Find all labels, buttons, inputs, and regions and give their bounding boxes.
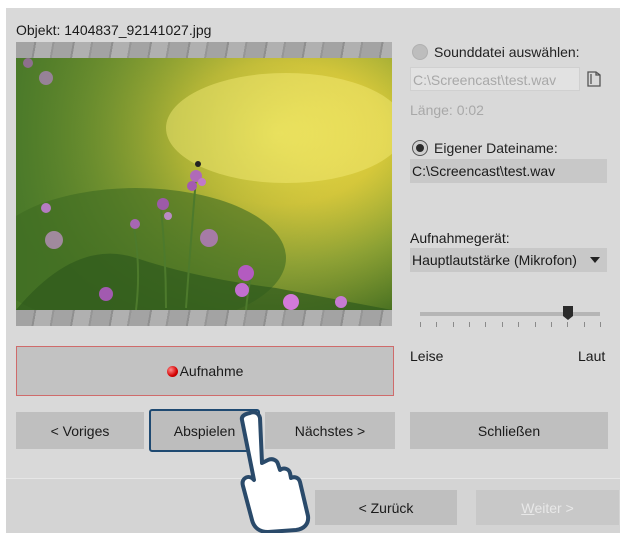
flower-photo (16, 58, 392, 310)
own-filename-field[interactable]: C:\Screencast\test.wav (410, 159, 607, 183)
volume-tick (534, 322, 536, 327)
volume-tick (420, 322, 421, 327)
browse-folder-button[interactable] (581, 68, 607, 90)
sound-file-radio-label: Sounddatei auswählen: (434, 44, 580, 60)
object-title: Objekt: 1404837_92141027.jpg (16, 22, 212, 38)
volume-ticks (420, 322, 601, 328)
chevron-down-icon[interactable] (588, 248, 602, 272)
volume-slider-thumb[interactable] (562, 305, 574, 321)
hand-pointer-icon (239, 410, 311, 533)
volume-tick (600, 322, 601, 327)
device-select-value: Hauptlautstärke (Mikrofon) (412, 252, 577, 268)
volume-tick (501, 322, 503, 327)
close-button[interactable]: Schließen (410, 412, 608, 449)
sound-file-radio[interactable] (412, 44, 428, 60)
volume-tick (452, 322, 454, 327)
back-button[interactable]: < Zurück (315, 490, 457, 525)
forward-button[interactable]: Weiter > (476, 490, 619, 525)
folder-icon (587, 71, 601, 87)
previous-button[interactable]: < Voriges (16, 412, 144, 449)
sound-length: Länge: 0:02 (410, 102, 484, 118)
own-filename-option[interactable]: Eigener Dateiname: (412, 140, 558, 156)
image-preview (16, 42, 392, 326)
device-label: Aufnahmegerät: (410, 230, 510, 246)
device-select[interactable]: Hauptlautstärke (Mikrofon) (410, 248, 607, 272)
volume-tick (567, 322, 569, 327)
volume-tick (518, 322, 520, 327)
volume-tick (550, 322, 552, 327)
sound-file-option[interactable]: Sounddatei auswählen: (412, 44, 580, 60)
volume-tick (469, 322, 471, 327)
record-button-label: Aufnahme (179, 363, 244, 379)
own-filename-radio[interactable] (412, 140, 428, 156)
record-button[interactable]: Aufnahme (16, 346, 394, 396)
own-filename-radio-label: Eigener Dateiname: (434, 140, 558, 156)
volume-tick (583, 322, 585, 327)
filmstrip-top (16, 42, 392, 58)
forward-button-label: eiter > (534, 499, 574, 516)
volume-min-label: Leise (410, 348, 444, 364)
sound-file-path-field[interactable]: C:\Screencast\test.wav (410, 67, 580, 91)
volume-tick (485, 322, 487, 327)
forward-button-mnemonic: W (521, 499, 535, 516)
volume-tick (436, 322, 438, 327)
volume-max-label: Laut (578, 348, 606, 364)
record-dot-icon (166, 365, 178, 377)
filmstrip-bottom (16, 310, 392, 326)
